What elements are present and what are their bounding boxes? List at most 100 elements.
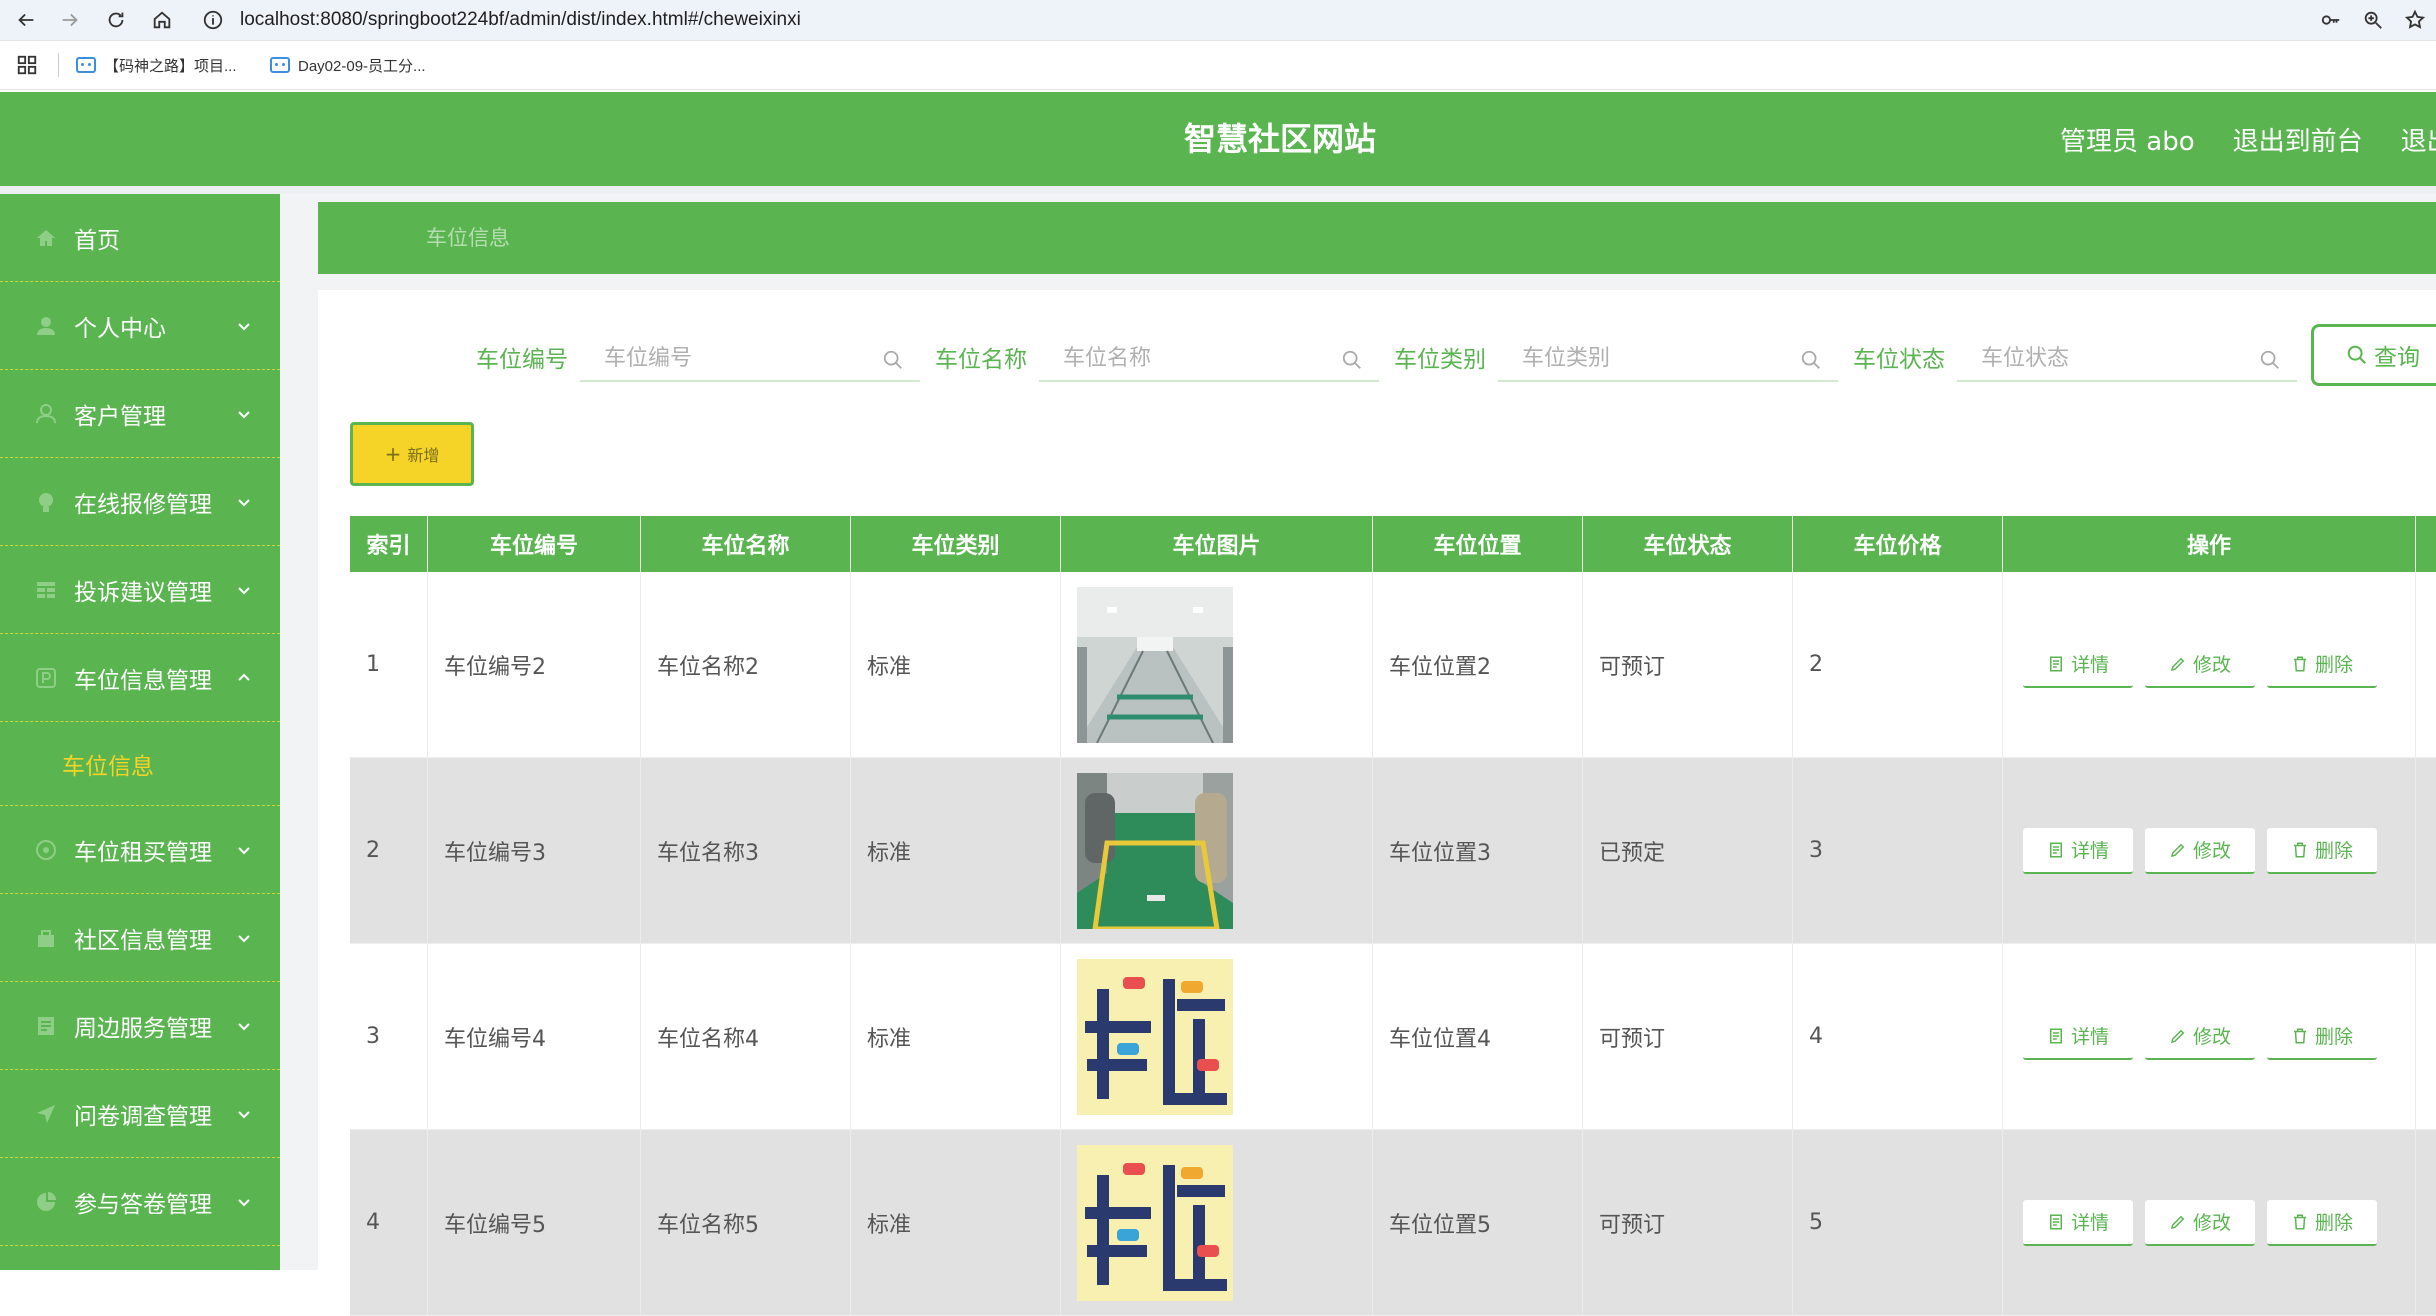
chevron-down-icon	[238, 322, 250, 330]
edit-button[interactable]: 修改	[2145, 827, 2255, 874]
search-input-status[interactable]	[1957, 338, 2297, 382]
sidebar-item-parking-rent[interactable]: 车位租买管理	[0, 806, 280, 894]
search-input-status-field[interactable]	[1957, 338, 2297, 378]
exit-to-front-link[interactable]: 退出到前台	[2233, 121, 2363, 158]
cell-code: 车位编号4	[428, 944, 641, 1129]
cell-image	[1061, 1130, 1373, 1315]
document-icon	[2049, 842, 2062, 857]
chewei-logo[interactable]	[1077, 1144, 1233, 1301]
zoom-icon[interactable]	[2352, 0, 2394, 40]
sidebar-item-parking-info[interactable]: 车位信息管理	[0, 634, 280, 722]
search-form: 车位编号 车位名称 车位类别 车位状态 查询	[318, 290, 2436, 410]
sidebar-item-profile[interactable]: 个人中心	[0, 282, 280, 370]
search-input-code-field[interactable]	[580, 338, 920, 378]
cell-type: 标准	[851, 1130, 1061, 1315]
sidebar-item-label: 个人中心	[74, 315, 166, 342]
chevron-down-icon	[238, 410, 250, 418]
add-button[interactable]: + 新增	[350, 422, 474, 486]
sidebar-item-customers[interactable]: 客户管理	[0, 370, 280, 458]
cell-status: 可预订	[1583, 1130, 1793, 1315]
logout-link[interactable]: 退出	[2401, 121, 2436, 158]
col-header-image: 车位图片	[1061, 516, 1373, 572]
bookmark-item[interactable]: 【码神之路】项目...	[76, 41, 237, 89]
bookmark-star-icon[interactable]	[2394, 0, 2436, 40]
document-icon	[2049, 1214, 2062, 1229]
edit-button[interactable]: 修改	[2145, 1013, 2255, 1060]
cell-index: 4	[350, 1130, 428, 1315]
bookmark-item[interactable]: Day02-09-员工分...	[270, 41, 426, 89]
search-label-status: 车位状态	[1853, 347, 1945, 373]
detail-button[interactable]: 详情	[2023, 1013, 2133, 1060]
delete-button[interactable]: 删除	[2267, 1013, 2377, 1060]
delete-button[interactable]: 删除	[2267, 641, 2377, 688]
cell-image	[1061, 758, 1373, 943]
garage-photo[interactable]	[1077, 586, 1233, 743]
detail-button[interactable]: 详情	[2023, 1199, 2133, 1246]
sidebar-item-complaints[interactable]: 投诉建议管理	[0, 546, 280, 634]
app-header: 智慧社区网站 管理员 abo 退出到前台 退出	[0, 92, 2436, 186]
detail-button[interactable]: 详情	[2023, 827, 2133, 874]
detail-button[interactable]: 详情	[2023, 641, 2133, 688]
car-icon	[36, 839, 56, 860]
cell-price: 5	[1793, 1130, 2003, 1315]
reload-icon[interactable]	[100, 4, 132, 36]
col-header-code: 车位编号	[428, 516, 641, 572]
content-panel: 车位编号 车位名称 车位类别 车位状态 查询	[318, 290, 2436, 1316]
parking-table: 索引 车位编号 车位名称 车位类别 车位图片 车位位置 车位状态 车位价格 操作…	[350, 516, 2436, 1316]
cell-price: 2	[1793, 572, 2003, 757]
people-icon	[36, 403, 56, 423]
sidebar-item-label: 参与答卷管理	[74, 1191, 212, 1218]
apps-grid-icon[interactable]	[16, 54, 38, 76]
cell-actions: 详情 修改 删除	[2003, 572, 2416, 757]
back-icon[interactable]	[10, 4, 42, 36]
add-button-label: 新增	[407, 446, 440, 465]
site-info-icon[interactable]	[202, 9, 224, 31]
trash-icon	[2293, 842, 2306, 857]
search-icon	[1342, 350, 1361, 369]
query-button[interactable]: 查询	[2311, 324, 2436, 386]
delete-button[interactable]: 删除	[2267, 1199, 2377, 1246]
search-label-type: 车位类别	[1394, 347, 1486, 373]
sidebar-subitem-parking-info[interactable]: 车位信息	[0, 722, 280, 806]
detail-label: 详情	[2070, 1212, 2109, 1234]
forward-icon[interactable]	[54, 4, 86, 36]
sidebar-item-repair[interactable]: 在线报修管理	[0, 458, 280, 546]
delete-label: 删除	[2314, 840, 2353, 862]
search-input-type[interactable]	[1498, 338, 1838, 382]
trash-icon	[2293, 1214, 2306, 1229]
chewei-logo[interactable]	[1077, 958, 1233, 1115]
sidebar-item-label: 投诉建议管理	[74, 579, 212, 606]
col-header-name: 车位名称	[641, 516, 851, 572]
admin-user-label: 管理员 abo	[2060, 126, 2195, 157]
sidebar-item-services[interactable]: 周边服务管理	[0, 982, 280, 1070]
edit-icon	[2170, 657, 2185, 671]
delete-label: 删除	[2314, 1026, 2353, 1048]
parking-spot-photo[interactable]	[1077, 772, 1233, 929]
edit-button[interactable]: 修改	[2145, 1199, 2255, 1246]
edit-button[interactable]: 修改	[2145, 641, 2255, 688]
search-input-name-field[interactable]	[1039, 338, 1379, 378]
search-icon	[883, 350, 902, 369]
sidebar-item-answers[interactable]: 参与答卷管理	[0, 1158, 280, 1246]
cell-status: 可预订	[1583, 572, 1793, 757]
sidebar-item-community[interactable]: 社区信息管理	[0, 894, 280, 982]
table-header: 索引 车位编号 车位名称 车位类别 车位图片 车位位置 车位状态 车位价格 操作	[350, 516, 2436, 572]
cell-actions: 详情 修改 删除	[2003, 1130, 2416, 1315]
col-header-index: 索引	[350, 516, 428, 572]
document-icon	[2049, 656, 2062, 671]
table-row: 4 车位编号5 车位名称5 标准 车位位置5 可预订 5 详情 修改 删除	[350, 1130, 2436, 1316]
search-input-name[interactable]	[1039, 338, 1379, 382]
url-text[interactable]: localhost:8080/springboot224bf/admin/dis…	[240, 0, 801, 40]
delete-button[interactable]: 删除	[2267, 827, 2377, 874]
home-browser-icon[interactable]	[146, 4, 178, 36]
search-input-type-field[interactable]	[1498, 338, 1838, 378]
sidebar-item-home[interactable]: 首页	[0, 194, 280, 282]
cell-type: 标准	[851, 758, 1061, 943]
sidebar-item-survey[interactable]: 问卷调查管理	[0, 1070, 280, 1158]
cell-location: 车位位置3	[1373, 758, 1583, 943]
cell-name: 车位名称2	[641, 572, 851, 757]
search-input-code[interactable]	[580, 338, 920, 382]
chevron-down-icon	[238, 1110, 250, 1118]
header-divider	[0, 186, 2436, 194]
key-icon[interactable]	[2310, 0, 2352, 40]
